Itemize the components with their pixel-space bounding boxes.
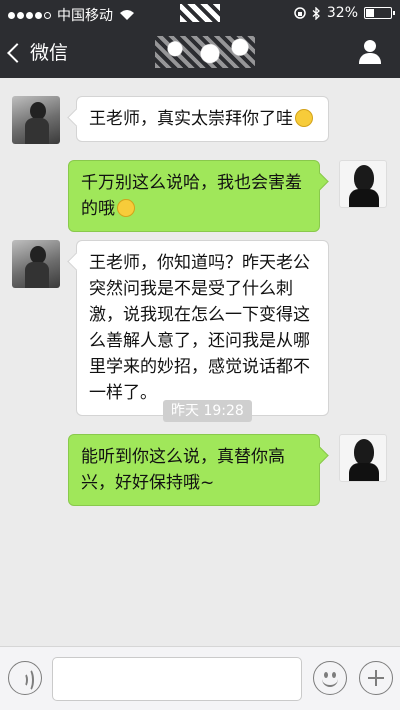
message-bubble[interactable]: 王老师，你知道吗？昨天老公突然问我是不是受了什么刺激，说我现在怎么一下变得这么善… xyxy=(76,240,329,416)
grin-emoji-icon xyxy=(117,199,135,217)
back-label: 微信 xyxy=(30,42,69,64)
rotation-lock-icon xyxy=(294,7,306,19)
message-bubble[interactable]: 能听到你这么说，真替你高兴，好好保持哦~ xyxy=(68,434,320,506)
voice-icon[interactable] xyxy=(8,661,42,695)
carrier-label: 中国移动 xyxy=(57,8,113,24)
obscured-time xyxy=(180,4,220,22)
message-text: 王老师，你知道吗？昨天老公突然问我是不是受了什么刺激，说我现在怎么一下变得这么善… xyxy=(89,253,310,403)
person-icon[interactable] xyxy=(358,40,382,64)
battery-icon xyxy=(364,7,395,19)
message-bubble[interactable]: 王老师，真实太崇拜你了哇 xyxy=(76,96,329,142)
plus-icon[interactable] xyxy=(359,661,393,695)
message-text: 千万别这么说哈，我也会害羞的哦 xyxy=(81,173,302,219)
message-bubble[interactable]: 千万别这么说哈，我也会害羞的哦 xyxy=(68,160,320,232)
emoji-icon[interactable] xyxy=(313,661,347,695)
status-bar: 中国移动 32% xyxy=(0,0,400,26)
message-text: 王老师，真实太崇拜你了哇 xyxy=(89,109,293,129)
back-button[interactable]: 微信 xyxy=(7,38,69,65)
obscured-chat-title xyxy=(155,36,255,68)
bluetooth-icon xyxy=(312,6,320,20)
battery-percent: 32% xyxy=(326,5,358,21)
input-bar xyxy=(0,646,400,710)
contact-avatar[interactable] xyxy=(12,96,60,144)
contact-avatar[interactable] xyxy=(12,240,60,288)
message-text: 能听到你这么说，真替你高兴，好好保持哦~ xyxy=(81,447,285,493)
smile-emoji-icon xyxy=(295,109,313,127)
wifi-icon xyxy=(120,10,134,20)
chevron-left-icon xyxy=(7,42,27,63)
timestamp: 昨天 19:28 xyxy=(163,400,252,422)
my-avatar[interactable] xyxy=(339,434,387,482)
my-avatar[interactable] xyxy=(339,160,387,208)
signal-icon xyxy=(8,11,51,19)
nav-bar: 微信 xyxy=(0,26,400,78)
chat-area[interactable]: 王老师，真实太崇拜你了哇 千万别这么说哈，我也会害羞的哦 王老师，你知道吗？昨天… xyxy=(0,78,400,646)
message-input[interactable] xyxy=(52,657,302,701)
